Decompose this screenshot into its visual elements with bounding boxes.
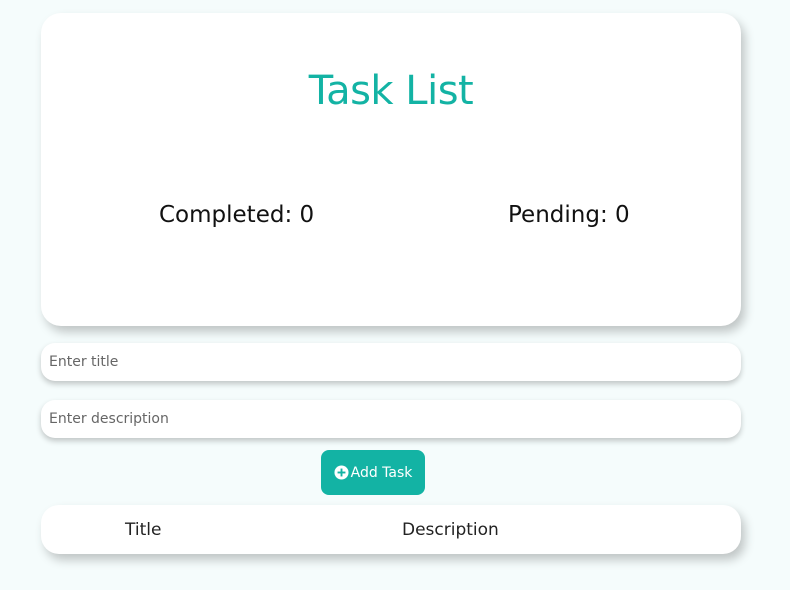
- add-task-button[interactable]: Add Task: [321, 450, 425, 495]
- task-list-page: Task List Completed: 0 Pending: 0 Add Ta…: [0, 0, 790, 590]
- column-header-description: Description: [402, 520, 499, 540]
- description-input[interactable]: [41, 400, 741, 438]
- column-header-title: Title: [125, 520, 162, 540]
- task-table-header: Title Description: [41, 505, 741, 554]
- pending-count: Pending: 0: [508, 202, 630, 228]
- title-input[interactable]: [41, 343, 741, 381]
- plus-circle-icon: [334, 465, 349, 480]
- summary-card: Task List Completed: 0 Pending: 0: [41, 13, 741, 326]
- page-title: Task List: [308, 68, 474, 114]
- completed-count: Completed: 0: [159, 202, 315, 228]
- add-task-label: Add Task: [350, 464, 413, 481]
